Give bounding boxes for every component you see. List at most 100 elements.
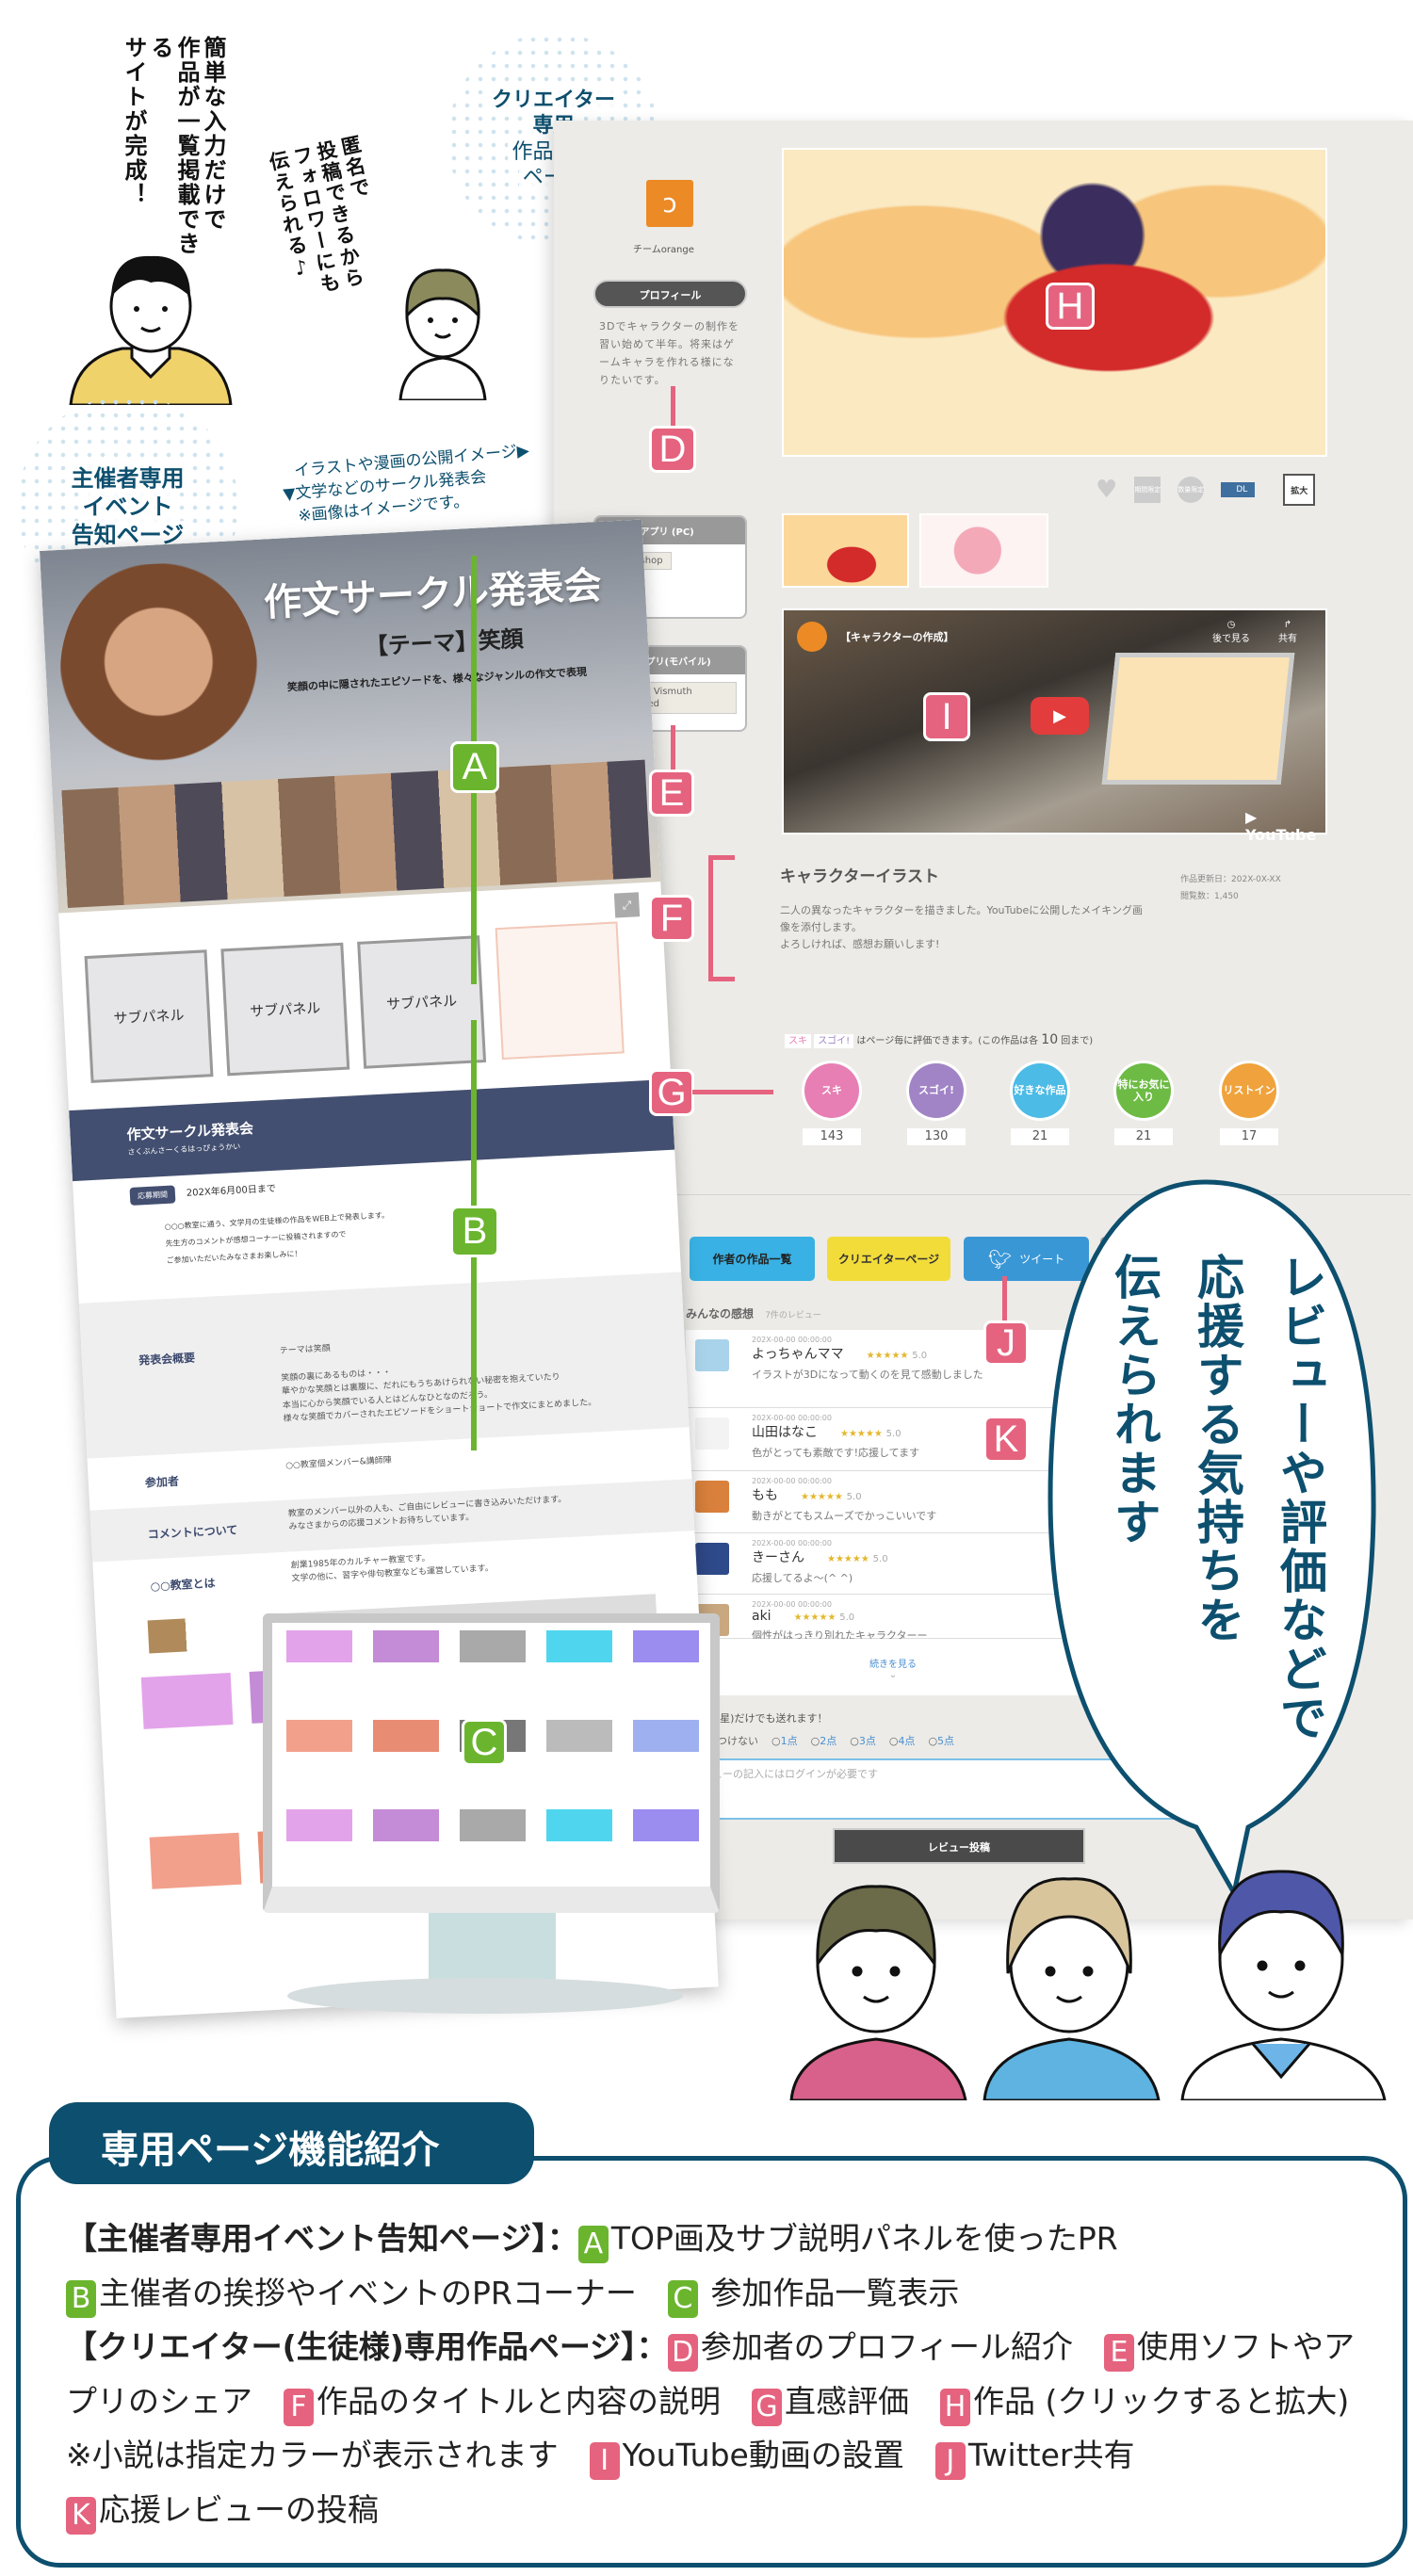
score-radio[interactable]: ○5点 [928,1733,954,1748]
marker-a: A [450,741,499,793]
entry-tile[interactable] [460,1630,526,1662]
speech-line: 簡単な入力だけで [200,36,226,232]
entry-tile[interactable] [460,1809,526,1841]
rating-button[interactable]: リストイン [1222,1063,1276,1118]
twitter-bird-icon: 🐦︎ [987,1247,1013,1271]
work-title: キャラクターイラスト [780,867,939,886]
reviews-count: 7件のレビュー [765,1311,821,1320]
feature-k: 応援レビューの投稿 [99,2490,379,2528]
marker-h: H [1046,283,1095,330]
feature-b: 主催者の挨拶やイベントのPRコーナー [99,2274,637,2311]
rating-button[interactable]: 特にお気に入り [1116,1063,1171,1118]
notice-text: はページ毎に評価できます。(この作品は各 [856,1036,1039,1046]
reviewer-name: よっちゃんママ [752,1347,844,1362]
row-label: コメントについて [147,1523,238,1542]
subpanel[interactable]: サブパネル [357,935,487,1069]
author-works-button[interactable]: 作者の作品一覧 [690,1237,815,1281]
promo-panel[interactable] [495,921,625,1061]
radio-icon[interactable]: ○ [771,1735,781,1747]
entry-tile[interactable] [546,1720,612,1752]
organizer-illustration [69,255,233,405]
expand-icon[interactable]: ⤢ [613,892,641,918]
feature-d: 参加者のプロフィール紹介 [700,2328,1074,2365]
thumbnail-1[interactable] [782,513,909,588]
marker-d-line [671,386,675,429]
share-button[interactable]: ↱ 共有 [1278,620,1297,644]
entry-tile[interactable] [373,1720,439,1752]
radio-icon[interactable]: ○ [850,1735,859,1747]
organizer-heading: 【主催者専用イベント告知ページ】： [66,2220,578,2257]
subpanel[interactable]: サブパネル [220,942,350,1077]
features-text: 【主催者専用イベント告知ページ】： A TOP画及サブ説明パネルを使ったPR B 主催… [66,2211,1375,2536]
image-caption: イラストや漫画の公開イメージ▶ ▼文学などのサークル発表会 ※画像はイメージです… [280,440,534,529]
entry-tile[interactable] [373,1809,439,1841]
score-label: 4点 [898,1735,916,1747]
thumbnail-2[interactable] [919,513,1048,588]
feature-badge-b: B [66,2279,96,2318]
expand-button[interactable]: 拡大 [1283,474,1316,506]
entry-tile[interactable] [633,1630,699,1662]
reviewer-avatar [695,1418,729,1450]
burst-line: イベント [78,492,177,521]
rating-button[interactable]: スキ [804,1063,859,1118]
review-stars: ★★★★★ [793,1612,836,1623]
entry-tile[interactable] [140,1673,234,1729]
creator-speech: 匿名で 投稿できるから フォロワーにも 伝えられる♪ [264,133,395,319]
row-label: ○○教室とは [150,1576,216,1594]
marker-d: D [649,426,696,473]
entry-tile[interactable] [286,1809,352,1841]
see-more-label: 続きを見る [869,1660,917,1670]
score-label: 3点 [858,1735,876,1747]
entry-tile[interactable] [373,1630,439,1662]
entry-tile[interactable] [546,1809,612,1841]
reviewer-name: もも [752,1488,778,1503]
image-tool-icons: ♥ 期間限定 数量限定 DL 拡大 [1096,474,1316,506]
review-stars: ★★★★★ [866,1351,909,1361]
score-label: 5点 [937,1735,955,1747]
watch-later-button[interactable]: ◷ 後で見る [1212,620,1250,644]
notice-limit: 10 [1041,1032,1059,1047]
profile-button[interactable]: プロフィール [593,280,747,308]
entry-tile[interactable] [633,1809,699,1841]
feature-badge-e: E [1104,2334,1135,2372]
entry-tile[interactable] [149,1832,242,1889]
work-description: 二人の異なったキャラクターを描きました。YouTubeに公開したメイキング画像を… [780,902,1147,953]
marker-i: I [923,692,970,741]
organizer-speech: 簡単な入力だけで 作品が一覧掲載できる サイトが完成！ [121,36,226,262]
period-badge: 応募期間 [129,1185,176,1206]
chevron-down-icon: ⌄ [888,1670,898,1680]
rating-count: 130 [907,1128,966,1145]
speech-line: サイトが完成！ [121,36,147,207]
watch-later-label: 後で見る [1212,634,1250,644]
entry-tile[interactable] [286,1720,352,1752]
work-meta: 作品更新日：202X-0X-XX 閲覧数：1,450 [1180,871,1281,905]
row-value: テーマは笑顔 笑顔の裏にあるものは・・・ 華やかな笑顔とは裏腹に、だれにもうちあ… [279,1344,597,1424]
reviewer-name: 山田はなこ [752,1425,818,1440]
creator-illustration [398,268,487,400]
download-button[interactable]: DL [1221,482,1256,497]
radio-icon[interactable]: ○ [928,1735,937,1747]
entry-tile[interactable] [633,1720,699,1752]
radio-icon[interactable]: ○ [811,1735,820,1747]
subpanel[interactable]: サブパネル [84,949,214,1083]
score-radio[interactable]: ○4点 [889,1733,916,1748]
score-radio[interactable]: ○3点 [850,1733,876,1748]
creator-page-button[interactable]: クリエイターページ [827,1237,950,1281]
feature-j: Twitter共有 [967,2437,1135,2473]
score-radio[interactable]: ○1点 [771,1733,798,1748]
event-hero-image[interactable]: 作文サークル発表会 【テーマ】笑顔 笑顔の中に隠されたエピソードを、様々なジャン… [40,519,661,914]
entry-tile[interactable] [546,1630,612,1662]
rating-button[interactable]: 好きな作品 [1013,1063,1067,1118]
rating-button[interactable]: スゴイ! [909,1063,964,1118]
youtube-embed[interactable]: 【キャラクターの作成】 ◷ 後で見る ↱ 共有 ▶ ▶ YouTube [782,608,1327,844]
team-logo[interactable]: ↄ [646,180,693,227]
radio-icon[interactable]: ○ [889,1735,899,1747]
description-line: 二人の異なったキャラクターを描きました。YouTubeに公開したメイキング画像を… [780,904,1143,933]
profile-text: 3Dでキャラクターの制作を習い始めて半年。将来はゲームキャラを作れる様になりたい… [599,320,740,386]
updated-label: 作品更新日： [1180,875,1232,884]
burst-line: 主催者専用 [67,463,188,493]
entry-tile[interactable] [286,1630,352,1662]
favorite-heart-icon[interactable]: ♥ [1096,476,1117,504]
score-radio[interactable]: ○2点 [811,1733,837,1748]
play-button[interactable]: ▶ [1031,697,1089,735]
